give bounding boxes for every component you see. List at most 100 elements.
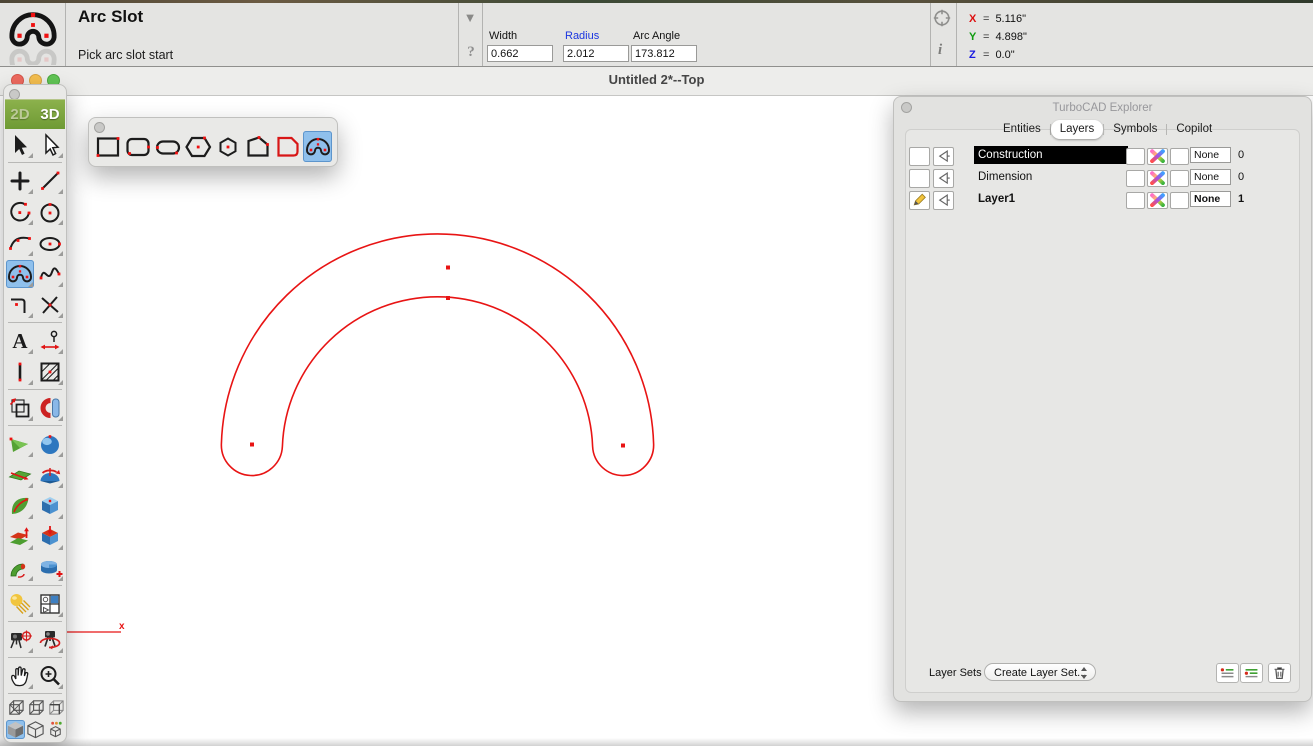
magnet-tool[interactable] (36, 394, 64, 422)
layer-render-mode[interactable]: None (1190, 169, 1231, 185)
bend-solid-tool[interactable] (6, 554, 34, 582)
box-extrude-tool[interactable] (36, 523, 64, 551)
tool-row (4, 696, 66, 718)
layer-flag-toggle[interactable] (933, 147, 954, 166)
layer-pen-swatch[interactable] (1147, 192, 1168, 209)
walkthrough-tool[interactable] (36, 626, 64, 654)
shape-flyout-palette (88, 117, 338, 167)
layer-name[interactable]: Construction (974, 146, 1128, 164)
circle-tool[interactable] (36, 198, 64, 226)
viewport-layout-tool[interactable] (36, 590, 64, 618)
sweep-3d-tool[interactable] (6, 492, 34, 520)
arc-slot-icon-reflection (8, 43, 58, 65)
rectangle-tool[interactable] (93, 131, 122, 162)
tool-group-divider (8, 585, 62, 586)
segment-tool[interactable] (6, 358, 34, 386)
crosshair-icon[interactable] (933, 9, 951, 32)
arc-slot-tool[interactable] (303, 131, 332, 162)
light-tool[interactable] (6, 590, 34, 618)
tab-copilot[interactable]: Copilot (1167, 120, 1221, 139)
hexagon-tool[interactable] (183, 131, 212, 162)
layer-flag-toggle[interactable] (933, 169, 954, 188)
tab-2d[interactable]: 2D (5, 100, 35, 129)
layer-edit-toggle[interactable] (909, 169, 930, 188)
line-tool[interactable] (36, 167, 64, 195)
pan-hand-tool[interactable] (6, 662, 34, 690)
layer-material-box[interactable] (1170, 192, 1189, 209)
corner-line-tool[interactable] (6, 291, 34, 319)
sphere-3d-tool[interactable] (36, 430, 64, 458)
layer-edit-toggle[interactable] (909, 147, 930, 166)
layer-sets-dropdown[interactable]: Create Layer Set... (984, 663, 1096, 681)
outline-view[interactable] (26, 720, 45, 739)
wireframe-diagonals-view[interactable] (6, 698, 25, 717)
slot-tool[interactable] (153, 131, 182, 162)
help-icon[interactable]: ? (463, 44, 479, 61)
layer-pen-swatch[interactable] (1147, 148, 1168, 165)
z-axis-label: Z (969, 49, 981, 61)
layer-material-box[interactable] (1170, 170, 1189, 187)
radius-input[interactable] (563, 45, 629, 62)
delete-layer-set-button[interactable] (1268, 663, 1291, 683)
cylinder-add-tool[interactable] (36, 554, 64, 582)
text-tool[interactable]: A (6, 327, 34, 355)
rounded-rectangle-tool[interactable] (123, 131, 152, 162)
z-coordinate: Z = 0.0" (969, 46, 1027, 64)
layer-material-box[interactable] (1170, 148, 1189, 165)
layer-color-box[interactable] (1126, 148, 1145, 165)
spline-tool[interactable] (36, 260, 64, 288)
layer-edit-toggle[interactable] (909, 191, 930, 210)
tool-row (4, 588, 66, 619)
arc-tool[interactable] (6, 198, 34, 226)
pick-cursor[interactable] (36, 131, 64, 159)
tool-row (4, 521, 66, 552)
chevron-down-icon[interactable]: ▼ (462, 10, 478, 25)
hatch-tool[interactable] (36, 358, 64, 386)
layer-color-box[interactable] (1126, 170, 1145, 187)
duplicate-tool[interactable] (6, 394, 34, 422)
select-cursor[interactable] (6, 131, 34, 159)
mode-tabs: 2D 3D (5, 99, 65, 129)
camera-tool[interactable] (6, 626, 34, 654)
y-axis-label: Y (969, 31, 981, 43)
hidden-line-view[interactable] (46, 698, 65, 717)
cross-lines-tool[interactable] (36, 291, 64, 319)
extrude-layers-tool[interactable] (6, 523, 34, 551)
layer-name[interactable]: Dimension (974, 168, 1128, 186)
arc-angle-input[interactable] (631, 45, 697, 62)
layer-color-box[interactable] (1126, 192, 1145, 209)
cube-3d-tool[interactable] (36, 492, 64, 520)
layer-name[interactable]: Layer1 (974, 190, 1128, 208)
snap-point[interactable] (6, 167, 34, 195)
rotate-dome-3d-tool[interactable] (36, 461, 64, 489)
tool-row (4, 129, 66, 160)
tool-row (4, 428, 66, 459)
shaded-view[interactable] (6, 720, 25, 739)
tab-entities[interactable]: Entities (994, 120, 1050, 139)
width-input[interactable] (487, 45, 553, 62)
info-icon[interactable]: i (938, 42, 942, 59)
arc-slot-tool[interactable] (6, 260, 34, 288)
plane-3d-tool[interactable] (6, 461, 34, 489)
layer-pen-swatch[interactable] (1147, 170, 1168, 187)
render-options-view[interactable] (46, 720, 65, 739)
turbocad-explorer-panel: TurboCAD Explorer Entities Layers Symbol… (893, 96, 1312, 702)
layer-render-mode[interactable]: None (1190, 147, 1231, 163)
tab-3d[interactable]: 3D (35, 100, 65, 129)
polygon-tool[interactable] (213, 131, 242, 162)
dimension-tool[interactable] (36, 327, 64, 355)
new-layer-set-button[interactable] (1216, 663, 1239, 683)
cone-3d-tool[interactable] (6, 430, 34, 458)
x-value: 5.116" (995, 13, 1026, 25)
tab-symbols[interactable]: Symbols (1104, 120, 1166, 139)
tab-layers[interactable]: Layers (1051, 120, 1104, 139)
zoom-tool[interactable] (36, 662, 64, 690)
layer-flag-toggle[interactable] (933, 191, 954, 210)
ellipse-tool[interactable] (36, 229, 64, 257)
curve-tool[interactable] (6, 229, 34, 257)
irregular-polygon-tool[interactable] (243, 131, 272, 162)
rounded-polygon-tool[interactable] (273, 131, 302, 162)
wireframe-view[interactable] (26, 698, 45, 717)
update-layer-set-button[interactable] (1240, 663, 1263, 683)
layer-render-mode[interactable]: None (1190, 191, 1231, 207)
